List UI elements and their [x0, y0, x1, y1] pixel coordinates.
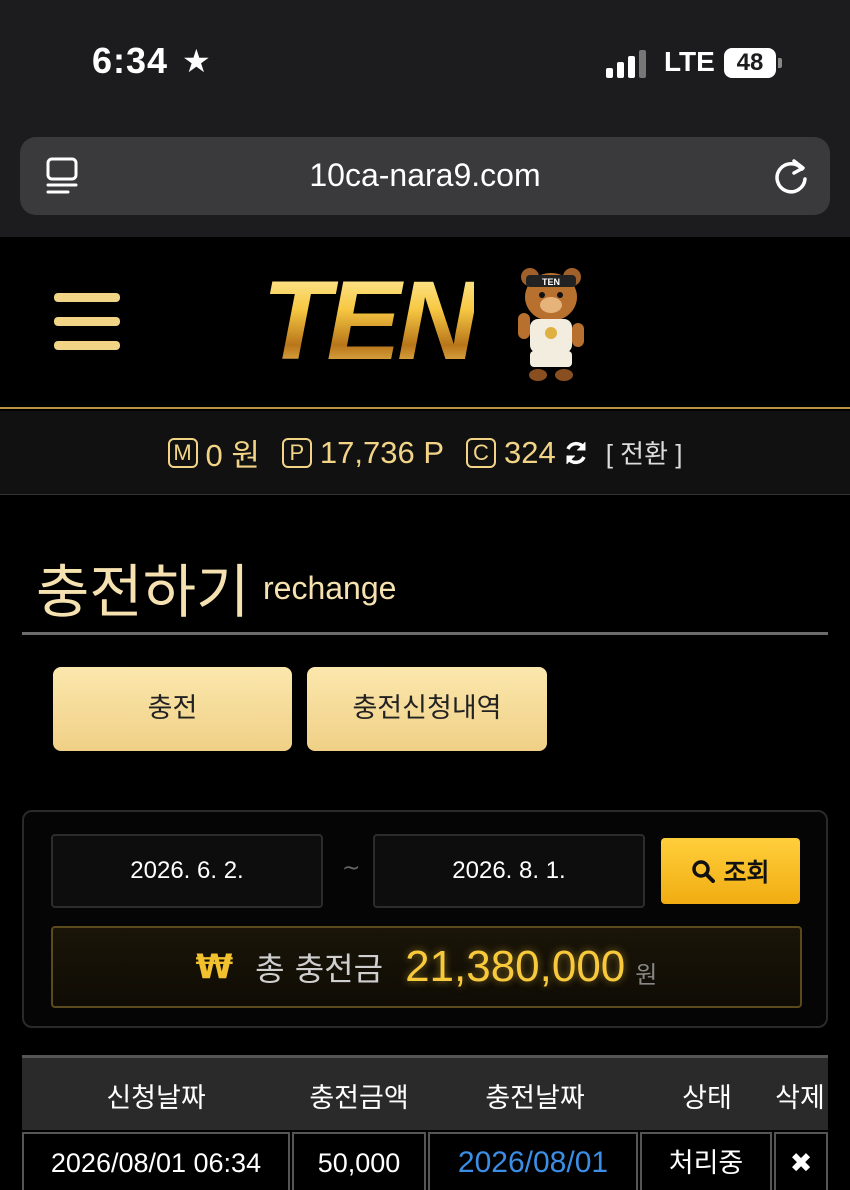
total-value: 21,380,000 — [405, 942, 626, 991]
browser-toolbar: 10ca-nara9.com — [0, 125, 850, 237]
star-icon: ★ — [182, 42, 211, 80]
cell-charge-date[interactable]: 2026/08/01 — [428, 1132, 638, 1190]
search-label: 조회 — [723, 858, 770, 887]
url-text[interactable]: 10ca-nara9.com — [20, 157, 830, 194]
reload-icon[interactable] — [772, 155, 810, 195]
date-from-field[interactable]: 2026. 6. 2. — [51, 834, 323, 908]
column-header-amount: 충전금액 — [309, 1083, 409, 1114]
date-to-field[interactable]: 2026. 8. 1. — [373, 834, 645, 908]
refresh-icon[interactable] — [562, 439, 590, 467]
balance-bar: M 0 원 P 17,736 P C 324 [ 전환 ] — [0, 411, 850, 495]
bear-mascot-icon: TEN — [518, 268, 584, 381]
coin-balance: C 324 [ 전환 ] — [466, 434, 682, 471]
total-label: 총 충전금 — [255, 950, 384, 988]
point-value: 17,736 P — [319, 434, 444, 470]
page-subtitle: rechange — [263, 570, 397, 606]
tab-charge[interactable]: 충전 — [53, 667, 292, 751]
total-charge-box: ₩ 총 충전금 21,380,000 원 — [51, 926, 802, 1008]
delete-icon[interactable]: ✖ — [774, 1132, 828, 1190]
coin-badge-icon: C — [466, 437, 496, 468]
filter-panel: 2026. 6. 2. ~ 2026. 8. 1. 조회 ₩ 총 충전금 21,… — [22, 810, 828, 1028]
money-badge-icon: M — [167, 437, 198, 468]
search-icon — [692, 860, 716, 883]
cell-status: 처리중 — [640, 1132, 772, 1190]
mascot-text: TEN — [542, 277, 560, 287]
table-header: 신청날짜 충전금액 충전날짜 상태 삭제 — [22, 1055, 828, 1130]
page-title: 충전하기 — [36, 558, 250, 626]
battery-icon: 48 — [724, 48, 776, 78]
search-button[interactable]: 조회 — [661, 838, 800, 904]
clock: 6:34 — [92, 40, 169, 81]
address-bar[interactable]: 10ca-nara9.com — [20, 137, 830, 215]
point-badge-icon: P — [281, 437, 312, 468]
signal-icon — [606, 50, 648, 78]
tab-charge-history[interactable]: 충전신청내역 — [307, 667, 547, 751]
won-icon: ₩ — [195, 947, 234, 987]
table-row: 2026/08/01 06:34 50,000 2026/08/01 처리중 ✖ — [22, 1132, 828, 1190]
column-header-delete: 삭제 — [775, 1083, 825, 1114]
money-value: 0 원 — [205, 438, 260, 473]
status-bar: 6:34 ★ LTE 48 — [0, 0, 850, 125]
network-type: LTE — [664, 46, 715, 77]
date-separator: ~ — [342, 856, 361, 881]
money-balance: M 0 원 — [167, 430, 260, 475]
column-header-request-date: 신청날짜 — [106, 1083, 206, 1114]
point-balance: P 17,736 P — [281, 434, 444, 471]
site-logo[interactable]: TEN TEN — [262, 257, 592, 387]
total-unit: 원 — [635, 960, 658, 989]
cell-request-date: 2026/08/01 06:34 — [22, 1132, 290, 1190]
column-header-status: 상태 — [682, 1083, 732, 1114]
title-divider — [22, 632, 828, 635]
logo-text: TEN — [262, 258, 478, 383]
site-header: TEN TEN — [0, 237, 850, 409]
coin-value: 324 — [504, 434, 556, 470]
menu-icon[interactable] — [54, 293, 120, 351]
column-header-charge-date: 충전날짜 — [485, 1083, 585, 1114]
battery-tip — [778, 58, 782, 68]
switch-button[interactable]: [ 전환 ] — [606, 434, 683, 471]
cell-amount: 50,000 — [292, 1132, 426, 1190]
